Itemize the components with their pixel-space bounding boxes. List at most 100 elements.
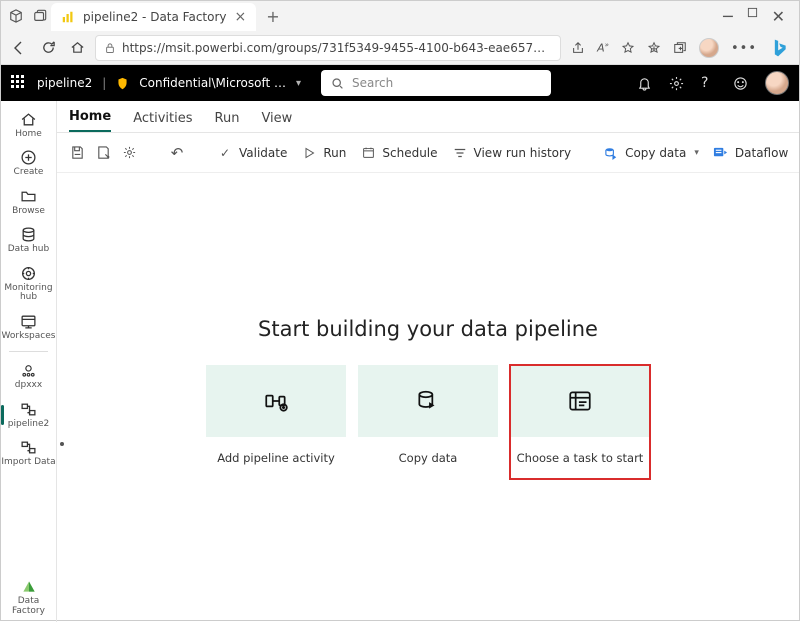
dataflow-icon — [713, 145, 729, 161]
settings-button[interactable] — [119, 143, 139, 163]
feedback-icon[interactable] — [733, 76, 749, 91]
chevron-down-icon[interactable]: ▾ — [296, 78, 301, 89]
bing-icon[interactable] — [769, 38, 789, 58]
toolbar: ↶ ✓Validate Run Schedule View run histor… — [57, 133, 799, 173]
copy-data-large-icon — [415, 388, 441, 414]
profile-avatar[interactable] — [699, 38, 719, 58]
tab-home[interactable]: Home — [69, 109, 111, 132]
save-as-button[interactable] — [93, 143, 113, 163]
refresh-icon[interactable] — [41, 40, 56, 56]
nav-monitoring-label: Monitoring hub — [1, 284, 56, 303]
more-icon[interactable]: ••• — [731, 41, 757, 56]
main-area: Home Activities Run View ↶ ✓Validate Run… — [57, 101, 799, 622]
address-bar[interactable]: https://msit.powerbi.com/groups/731f5349… — [95, 35, 561, 61]
undo-icon: ↶ — [169, 145, 185, 161]
pipeline-name[interactable]: pipeline2 — [37, 76, 92, 90]
home-icon[interactable] — [70, 40, 85, 56]
nav-monitoring[interactable]: Monitoring hub — [1, 261, 56, 307]
save-button[interactable] — [67, 143, 87, 163]
window-close-icon[interactable]: ✕ — [772, 7, 785, 26]
data-factory-icon — [20, 577, 38, 595]
nav-import-label: Import Data — [1, 457, 55, 467]
nav-data-hub-label: Data hub — [8, 245, 49, 254]
nav-home[interactable]: Home — [1, 107, 56, 143]
database-icon — [20, 226, 37, 243]
window-maximize-icon[interactable] — [747, 7, 758, 26]
ribbon-tabs: Home Activities Run View — [57, 101, 799, 133]
gear-icon — [121, 145, 137, 161]
run-button[interactable]: Run — [299, 143, 348, 163]
folder-icon — [20, 188, 37, 205]
calendar-icon — [360, 145, 376, 161]
dataflow-button[interactable]: Dataflow — [711, 143, 790, 163]
nav-create[interactable]: Create — [1, 145, 56, 181]
canvas: Start building your data pipeline Add pi… — [57, 173, 799, 622]
back-icon[interactable] — [11, 40, 27, 56]
nav-browse-label: Browse — [12, 207, 45, 216]
card-copy-data[interactable]: Copy data — [358, 365, 498, 479]
card-add-activity[interactable]: Add pipeline activity — [206, 365, 346, 479]
star-add-icon[interactable] — [621, 41, 635, 55]
save-as-icon — [95, 145, 111, 161]
card-label: Add pipeline activity — [217, 451, 335, 465]
share-icon[interactable] — [571, 41, 585, 55]
tab-favicon-icon — [61, 10, 75, 24]
new-tab-button[interactable]: + — [260, 7, 285, 26]
nav-browse[interactable]: Browse — [1, 184, 56, 220]
notifications-icon[interactable] — [637, 76, 653, 91]
search-input[interactable]: Search — [321, 70, 551, 96]
nav-dpxxx[interactable]: dpxxx — [1, 358, 56, 394]
pipeline-activity-icon — [263, 388, 289, 414]
left-nav: Home Create Browse Data hub Monitoring h… — [1, 101, 57, 622]
help-icon[interactable]: ? — [701, 75, 717, 91]
card-choose-task[interactable]: Choose a task to start — [510, 365, 650, 479]
sensitivity-icon — [116, 77, 129, 90]
card-label: Choose a task to start — [517, 451, 644, 465]
schedule-button[interactable]: Schedule — [358, 143, 439, 163]
url-text: https://msit.powerbi.com/groups/731f5349… — [122, 41, 552, 55]
cube-icon[interactable] — [9, 9, 23, 23]
search-placeholder: Search — [352, 76, 393, 90]
nav-workspaces-label: Workspaces — [2, 332, 56, 341]
workspaces-icon — [20, 313, 37, 330]
tab-run[interactable]: Run — [215, 111, 240, 132]
pipeline-icon — [20, 401, 37, 418]
nav-pipeline2-label: pipeline2 — [8, 420, 49, 429]
nav-pipeline2[interactable]: pipeline2 — [1, 397, 56, 433]
browser-chrome: pipeline2 - Data Factory × + ─ ✕ https:/… — [1, 1, 799, 65]
validate-button[interactable]: ✓Validate — [215, 143, 289, 163]
check-icon: ✓ — [217, 145, 233, 161]
collections-icon[interactable] — [673, 41, 687, 55]
nav-workspaces[interactable]: Workspaces — [1, 309, 56, 345]
text-size-icon[interactable]: A» — [597, 41, 609, 55]
page-heading: Start building your data pipeline — [258, 317, 598, 341]
save-icon — [69, 145, 85, 161]
window-minimize-icon[interactable]: ─ — [723, 7, 733, 26]
nav-home-label: Home — [15, 130, 42, 139]
browser-tab[interactable]: pipeline2 - Data Factory × — [51, 3, 256, 31]
app-launcher-icon[interactable] — [11, 75, 27, 91]
list-filter-icon — [452, 145, 468, 161]
nav-data-hub[interactable]: Data hub — [1, 222, 56, 258]
tabs-icon[interactable] — [33, 9, 47, 23]
favorites-icon[interactable] — [647, 41, 661, 55]
sensitivity-label[interactable]: Confidential\Microsoft … — [139, 76, 286, 90]
undo-button[interactable]: ↶ — [167, 143, 187, 163]
copy-data-button[interactable]: Copy data▾ — [601, 143, 701, 163]
nav-data-factory[interactable]: Data Factory — [1, 573, 56, 622]
gear-dots-icon — [20, 362, 37, 379]
nav-dpxxx-label: dpxxx — [15, 381, 42, 390]
user-avatar[interactable] — [765, 71, 789, 95]
nav-import-data[interactable]: Import Data — [1, 435, 56, 471]
view-history-button[interactable]: View run history — [450, 143, 574, 163]
tab-activities[interactable]: Activities — [133, 111, 192, 132]
tab-close-icon[interactable]: × — [235, 9, 247, 25]
import-icon — [20, 439, 37, 456]
tab-view[interactable]: View — [261, 111, 292, 132]
plus-circle-icon — [20, 149, 37, 166]
card-label: Copy data — [399, 451, 458, 465]
monitor-icon — [20, 265, 37, 282]
play-icon — [301, 145, 317, 161]
settings-icon[interactable] — [669, 76, 685, 91]
browser-leading-icons — [9, 9, 47, 23]
